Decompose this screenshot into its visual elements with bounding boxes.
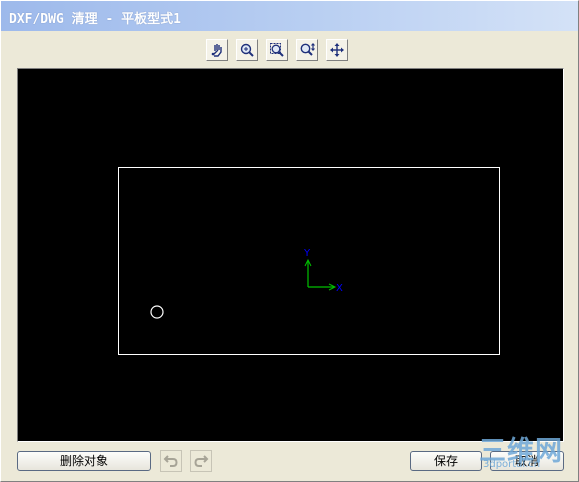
zoom-window-button[interactable] <box>266 39 288 61</box>
window-title: DXF/DWG 清理 - 平板型式1 <box>9 12 181 27</box>
ucs-axes-icon: X Y <box>303 248 343 294</box>
title-bar[interactable]: DXF/DWG 清理 - 平板型式1 <box>1 1 578 31</box>
redo-button[interactable] <box>190 450 212 472</box>
zoom-realtime-button[interactable] <box>236 39 258 61</box>
zoom-window-icon <box>270 43 284 57</box>
undo-button[interactable] <box>160 450 182 472</box>
zoom-realtime-icon <box>240 43 254 57</box>
cleanup-dialog: DXF/DWG 清理 - 平板型式1 X Y 删除对象 保存 取消 三维网 3d… <box>0 0 579 482</box>
pan-hand-icon <box>211 44 222 57</box>
ucs-y-label: Y <box>303 248 311 259</box>
delete-objects-button[interactable]: 删除对象 <box>17 451 151 471</box>
drawing-canvas[interactable]: X Y <box>17 68 564 442</box>
undo-icon <box>163 455 178 467</box>
watermark-url: 3dportal.cn <box>483 459 541 470</box>
save-button[interactable]: 保存 <box>410 451 482 471</box>
pan-button[interactable] <box>206 39 228 61</box>
drawing-circle <box>150 305 164 319</box>
zoom-extents-button[interactable] <box>296 39 318 61</box>
redo-icon <box>194 455 209 467</box>
site-watermark: 三维网 3dportal.cn <box>479 429 577 481</box>
ucs-x-label: X <box>336 283 343 294</box>
move-button[interactable] <box>326 39 348 61</box>
zoom-extents-icon <box>300 43 315 56</box>
move-icon <box>330 43 344 57</box>
